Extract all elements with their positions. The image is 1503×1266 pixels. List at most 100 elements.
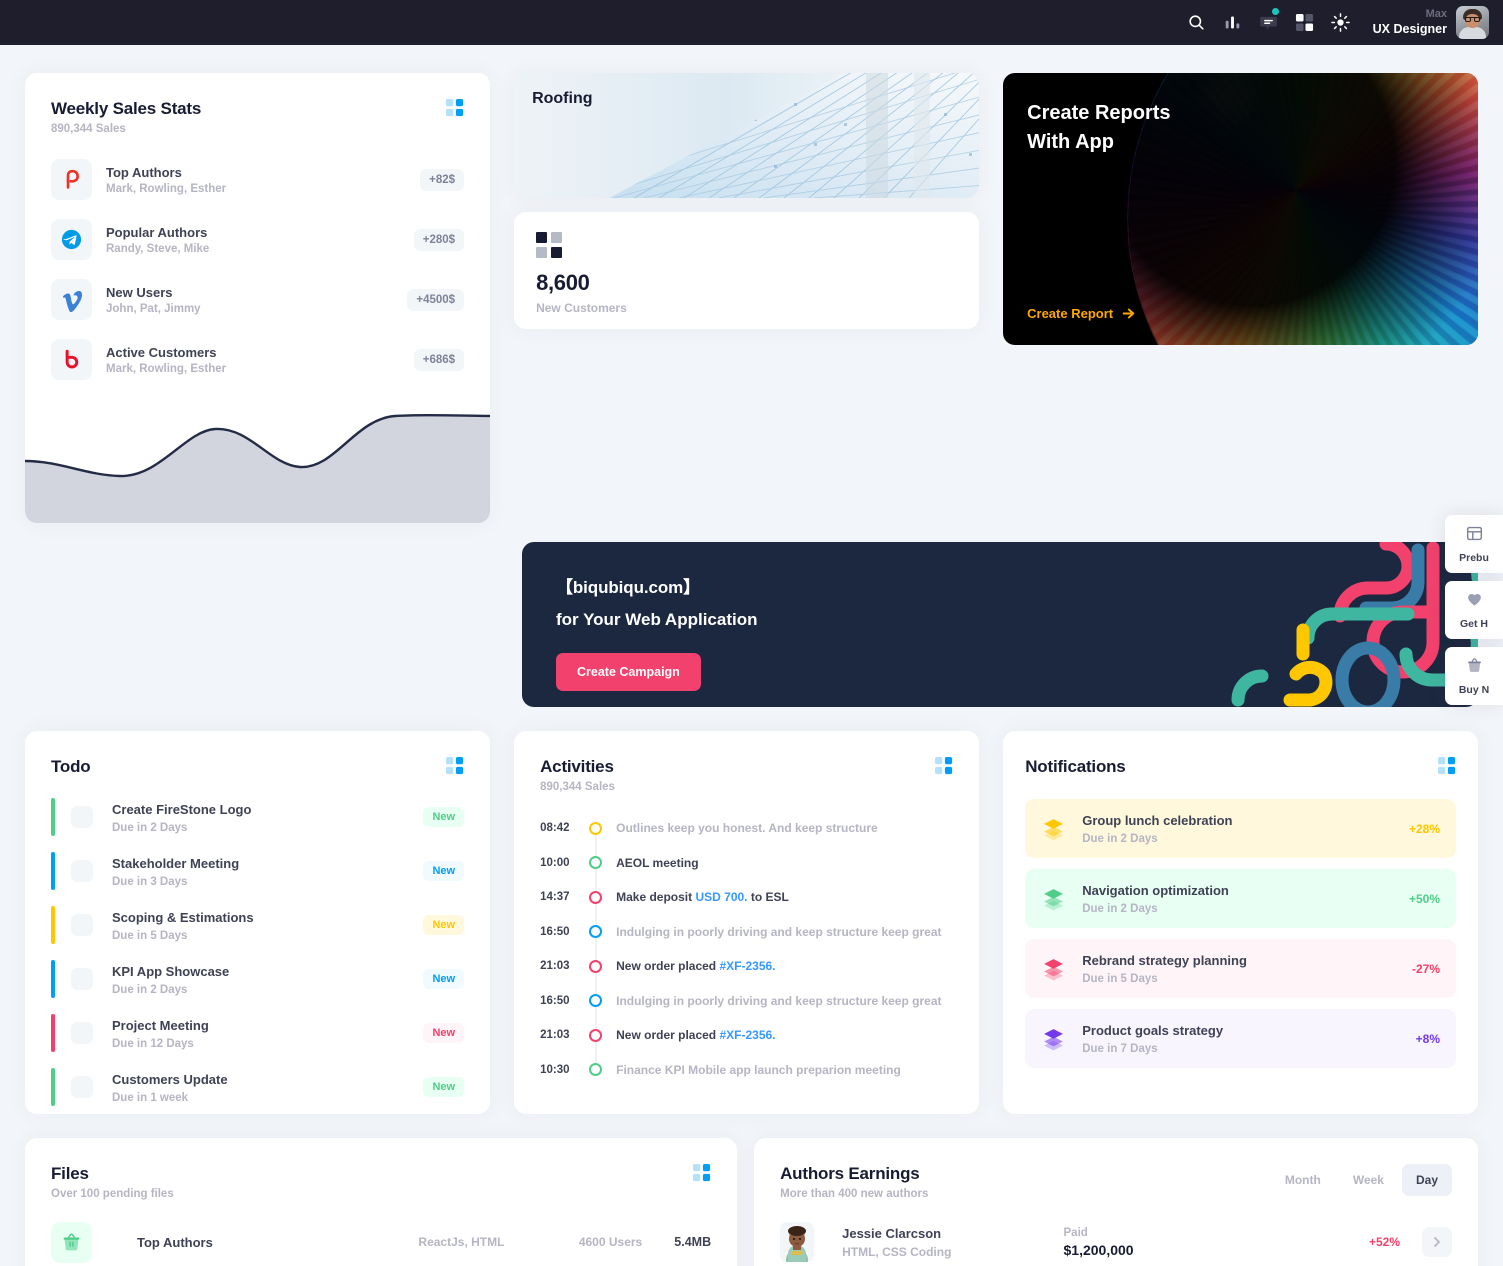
- weekly-sales-list: Top Authors Mark, Rowling, Esther +82$ P…: [51, 159, 465, 380]
- weekly-sales-header: Weekly Sales Stats 890,344 Sales: [51, 99, 464, 135]
- search-icon[interactable]: [1179, 5, 1215, 41]
- weekly-sales-card: Weekly Sales Stats 890,344 Sales Top Aut…: [25, 73, 491, 523]
- left-column: Weekly Sales Stats 890,344 Sales Top Aut…: [25, 73, 491, 523]
- list-item-value: +82$: [420, 168, 465, 191]
- create-report-label: Create Report: [1027, 306, 1114, 321]
- list-item[interactable]: KPI App Showcase Due in 2 Days New: [51, 960, 465, 998]
- list-item[interactable]: 21:03 New order placed #XF-2356.: [540, 1018, 953, 1053]
- notifications-card: Notifications Group lunch celebration Du…: [1003, 731, 1478, 1114]
- more-options-icon[interactable]: [446, 757, 464, 775]
- list-item[interactable]: New Users John, Pat, Jimmy +4500$: [51, 279, 465, 320]
- list-item[interactable]: 16:50 Indulging in poorly driving and ke…: [540, 915, 953, 950]
- rail-buy-now-button[interactable]: Buy N: [1445, 647, 1503, 705]
- list-item[interactable]: 16:50 Indulging in poorly driving and ke…: [540, 984, 953, 1019]
- squares-icon: [536, 232, 957, 258]
- list-item[interactable]: 08:42 Outlines keep you honest. And keep…: [540, 811, 953, 846]
- todo-list: Create FireStone Logo Due in 2 Days New …: [51, 798, 465, 1106]
- list-item[interactable]: Project Meeting Due in 12 Days New: [51, 1014, 465, 1052]
- list-item-subtitle: Due in 2 Days: [1082, 833, 1158, 845]
- layout-icon: [1466, 526, 1482, 541]
- list-item[interactable]: Popular Authors Randy, Steve, Mike +280$: [51, 219, 465, 260]
- table-cell-tech: ReactJs, HTML: [418, 1235, 505, 1249]
- table-row[interactable]: Top Authors ReactJs, HTML 4600 Users 5.4…: [51, 1214, 711, 1266]
- chart-bar-icon[interactable]: [1215, 5, 1251, 41]
- table-cell-users: 4600 Users: [578, 1235, 643, 1249]
- todo-checkbox[interactable]: [71, 806, 93, 828]
- rail-prebuilt-button[interactable]: Prebu: [1445, 515, 1503, 573]
- list-item-subtitle: Due in 5 Days: [112, 929, 188, 942]
- create-report-link[interactable]: Create Report: [1027, 306, 1135, 321]
- list-item-subtitle: Mark, Rowling, Esther: [106, 362, 227, 375]
- grid-apps-icon[interactable]: [1287, 5, 1323, 41]
- tab-day[interactable]: Day: [1401, 1164, 1452, 1196]
- list-item[interactable]: Navigation optimization Due in 2 Days +5…: [1025, 869, 1456, 928]
- list-item[interactable]: Customers Update Due in 1 week New: [51, 1068, 465, 1106]
- more-options-icon[interactable]: [935, 757, 953, 775]
- create-campaign-button[interactable]: Create Campaign: [556, 653, 701, 691]
- middle-row: Todo Create FireStone Logo Due in 2 Days…: [25, 731, 1478, 1114]
- telegram-icon: [51, 219, 92, 260]
- activity-text: New order placed: [616, 959, 720, 974]
- table-row[interactable]: Jessie Clarcson HTML, CSS Coding Paid $1…: [780, 1212, 1453, 1266]
- list-item[interactable]: 21:03 New order placed #XF-2356.: [540, 949, 953, 984]
- list-item-subtitle: Due in 7 Days: [1082, 1043, 1158, 1055]
- activities-title: Activities: [540, 757, 614, 776]
- chevron-right-icon[interactable]: [1422, 1227, 1453, 1257]
- todo-checkbox[interactable]: [71, 860, 93, 882]
- todo-checkbox[interactable]: [71, 1076, 93, 1098]
- todo-checkbox[interactable]: [71, 1022, 93, 1044]
- todo-title: Todo: [51, 757, 91, 776]
- priority-bar: [51, 852, 55, 890]
- tab-month[interactable]: Month: [1271, 1164, 1335, 1196]
- user-menu[interactable]: Max UX Designer: [1373, 6, 1489, 39]
- list-item-title: Active Customers: [106, 344, 217, 360]
- list-item[interactable]: Group lunch celebration Due in 2 Days +2…: [1025, 799, 1456, 858]
- list-item[interactable]: Create FireStone Logo Due in 2 Days New: [51, 798, 465, 836]
- files-header: Files Over 100 pending files: [51, 1164, 711, 1200]
- more-options-icon[interactable]: [446, 99, 464, 117]
- rail-get-help-button[interactable]: Get H: [1445, 581, 1503, 639]
- list-item[interactable]: Top Authors Mark, Rowling, Esther +82$: [51, 159, 465, 200]
- chat-icon[interactable]: [1251, 5, 1287, 41]
- table-cell-name: Jessie Clarcson: [842, 1225, 942, 1241]
- list-item-title: Popular Authors: [106, 224, 208, 240]
- todo-checkbox[interactable]: [71, 914, 93, 936]
- list-item[interactable]: Product goals strategy Due in 7 Days +8%: [1025, 1009, 1456, 1068]
- list-item[interactable]: 10:30 Finance KPI Mobile app launch prep…: [540, 1053, 953, 1088]
- tab-week[interactable]: Week: [1339, 1164, 1398, 1196]
- list-item[interactable]: 14:37 Make deposit USD 700. to ESL: [540, 880, 953, 915]
- list-item[interactable]: 10:00 AEOL meeting: [540, 846, 953, 881]
- avatar[interactable]: [1456, 6, 1489, 39]
- percent-value: +28%: [1408, 821, 1440, 836]
- todo-checkbox[interactable]: [71, 968, 93, 990]
- activity-time: 08:42: [540, 822, 570, 835]
- brightness-icon[interactable]: [1323, 5, 1359, 41]
- list-item[interactable]: Scoping & Estimations Due in 5 Days New: [51, 906, 465, 944]
- activity-link[interactable]: #XF-2356.: [719, 959, 775, 973]
- status-dot: [589, 1028, 603, 1042]
- more-options-icon[interactable]: [1438, 757, 1456, 775]
- more-options-icon[interactable]: [693, 1164, 711, 1182]
- list-item[interactable]: Active Customers Mark, Rowling, Esther +…: [51, 339, 465, 380]
- list-item-subtitle: Due in 12 Days: [112, 1037, 194, 1050]
- list-item-title: Group lunch celebration: [1082, 813, 1233, 828]
- status-badge: New: [423, 861, 465, 881]
- rail-buy-now-label: Buy N: [1458, 684, 1490, 696]
- weekly-sales-subtitle: 890,344 Sales: [51, 123, 126, 135]
- list-item[interactable]: Stakeholder Meeting Due in 3 Days New: [51, 852, 465, 890]
- list-item-title: Customers Update: [112, 1071, 228, 1087]
- activities-subtitle: 890,344 Sales: [540, 781, 615, 793]
- activity-link[interactable]: USD 700.: [695, 890, 747, 904]
- files-list: Top Authors ReactJs, HTML 4600 Users 5.4…: [51, 1214, 711, 1266]
- roofing-card[interactable]: Roofing: [514, 73, 980, 198]
- status-badge: New: [423, 969, 465, 989]
- list-item[interactable]: Rebrand strategy planning Due in 5 Days …: [1025, 939, 1456, 998]
- priority-bar: [51, 960, 55, 998]
- earnings-title: Authors Earnings: [780, 1164, 920, 1183]
- table-cell-role: HTML, CSS Coding: [842, 1244, 952, 1259]
- activity-link[interactable]: #XF-2356.: [719, 1028, 775, 1042]
- list-item-title: Create FireStone Logo: [112, 801, 252, 817]
- activity-text: Finance KPI Mobile app launch preparion …: [616, 1062, 901, 1077]
- user-role: UX Designer: [1372, 21, 1447, 36]
- authors-earnings-card: Authors Earnings More than 400 new autho…: [754, 1138, 1478, 1266]
